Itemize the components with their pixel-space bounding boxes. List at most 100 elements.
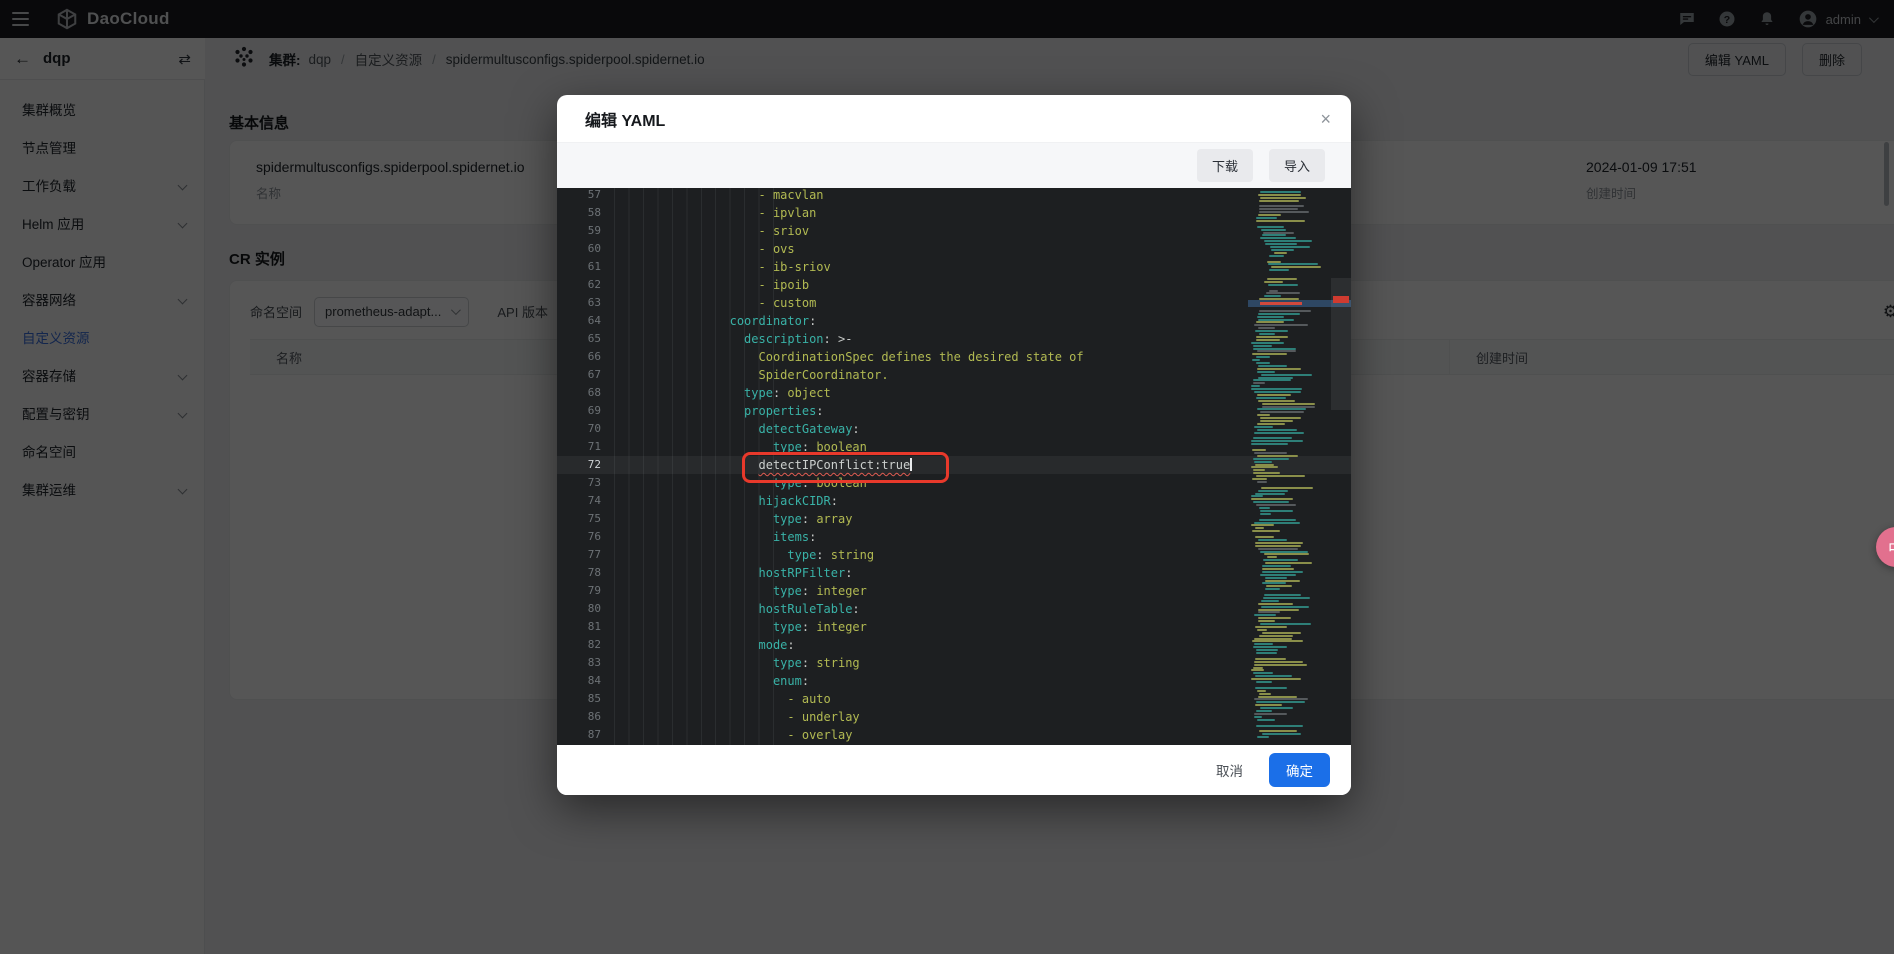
minimap-line bbox=[1257, 690, 1265, 692]
token-key: coordinator bbox=[730, 314, 809, 328]
minimap-line bbox=[1255, 536, 1275, 538]
token-key: type bbox=[744, 386, 773, 400]
download-button[interactable]: 下载 bbox=[1197, 149, 1253, 182]
minimap[interactable] bbox=[1248, 188, 1331, 745]
minimap-line bbox=[1265, 562, 1313, 564]
code-line: 76 items: bbox=[557, 528, 1351, 546]
minimap-line bbox=[1257, 368, 1301, 370]
minimap-line bbox=[1257, 719, 1275, 721]
code-line: 71 type: boolean bbox=[557, 438, 1351, 456]
import-button[interactable]: 导入 bbox=[1269, 149, 1325, 182]
minimap-line bbox=[1253, 646, 1287, 648]
minimap-line bbox=[1253, 469, 1266, 471]
minimap-line bbox=[1252, 640, 1303, 642]
token-key: mode bbox=[759, 638, 788, 652]
minimap-line bbox=[1257, 226, 1284, 228]
minimap-line bbox=[1256, 356, 1270, 358]
token-plain: : bbox=[802, 512, 816, 526]
line-content: coordinator: bbox=[614, 312, 816, 330]
code-line: 63 - custom bbox=[557, 294, 1351, 312]
code-line: 62 - ipoib bbox=[557, 276, 1351, 294]
line-number: 68 bbox=[557, 384, 601, 402]
minimap-line bbox=[1262, 568, 1294, 570]
minimap-line bbox=[1258, 696, 1297, 698]
minimap-line bbox=[1258, 548, 1298, 550]
line-content: detectGateway: bbox=[614, 420, 860, 438]
minimap-line bbox=[1260, 417, 1301, 419]
minimap-line bbox=[1254, 391, 1301, 393]
minimap-line bbox=[1269, 290, 1278, 292]
line-content: - ipoib bbox=[614, 276, 809, 294]
minimap-line bbox=[1254, 614, 1276, 616]
minimap-line bbox=[1264, 295, 1282, 297]
minimap-line bbox=[1256, 649, 1278, 651]
token-plain: : >- bbox=[824, 332, 853, 346]
minimap-line bbox=[1258, 365, 1287, 367]
token-key: type bbox=[773, 512, 802, 526]
minimap-line bbox=[1251, 440, 1303, 442]
minimap-line bbox=[1256, 504, 1297, 506]
yaml-editor[interactable]: 57 - macvlan58 - ipvlan59 - sriov60 - ov… bbox=[557, 188, 1351, 745]
line-number: 71 bbox=[557, 438, 601, 456]
minimap-line bbox=[1251, 342, 1284, 344]
minimap-line bbox=[1258, 214, 1281, 216]
minimap-line bbox=[1256, 397, 1287, 399]
minimap-line bbox=[1253, 672, 1274, 674]
minimap-line bbox=[1256, 321, 1283, 323]
minimap-line bbox=[1257, 350, 1296, 352]
line-number: 67 bbox=[557, 366, 601, 384]
minimap-line bbox=[1256, 220, 1304, 222]
minimap-line bbox=[1258, 603, 1293, 605]
edit-yaml-modal: 编辑 YAML × 下载 导入 57 - macvlan58 - ipvlan5… bbox=[557, 95, 1351, 795]
token-key: properties bbox=[744, 404, 816, 418]
code-line: 72 detectIPConflict:true bbox=[557, 456, 1351, 474]
line-content: type: integer bbox=[614, 582, 867, 600]
minimap-line bbox=[1266, 292, 1300, 294]
code-line: 74 hijackCIDR: bbox=[557, 492, 1351, 510]
minimap-line bbox=[1265, 580, 1299, 582]
close-icon[interactable]: × bbox=[1320, 110, 1331, 128]
minimap-line bbox=[1262, 632, 1301, 634]
minimap-line bbox=[1255, 330, 1289, 332]
minimap-line bbox=[1255, 545, 1301, 547]
token-val: integer bbox=[816, 620, 867, 634]
token-val: array bbox=[816, 512, 852, 526]
token-plain: : bbox=[787, 638, 794, 652]
token-plain: : bbox=[816, 404, 823, 418]
line-number: 79 bbox=[557, 582, 601, 600]
token-val: - custom bbox=[759, 296, 817, 310]
token-val: - ipvlan bbox=[759, 206, 817, 220]
minimap-line bbox=[1264, 281, 1283, 283]
minimap-line bbox=[1267, 278, 1298, 280]
minimap-line bbox=[1253, 382, 1265, 384]
line-number: 82 bbox=[557, 636, 601, 654]
language-float-label: 中 bbox=[1888, 535, 1894, 559]
minimap-line bbox=[1260, 574, 1296, 576]
minimap-line bbox=[1254, 452, 1287, 454]
code-line: 73 type: boolean bbox=[557, 474, 1351, 492]
minimap-line bbox=[1254, 432, 1304, 434]
line-content: - ovs bbox=[614, 240, 795, 258]
minimap-line bbox=[1256, 652, 1277, 654]
minimap-line bbox=[1259, 205, 1304, 207]
minimap-line bbox=[1260, 510, 1293, 512]
minimap-line bbox=[1261, 600, 1278, 602]
line-number: 61 bbox=[557, 258, 601, 276]
line-number: 87 bbox=[557, 726, 601, 744]
confirm-button[interactable]: 确定 bbox=[1269, 753, 1330, 787]
minimap-line bbox=[1264, 594, 1301, 596]
minimap-line bbox=[1257, 316, 1284, 318]
minimap-line bbox=[1255, 527, 1264, 529]
minimap-line bbox=[1262, 403, 1316, 405]
minimap-line bbox=[1253, 437, 1293, 439]
code-line: 87 - overlay bbox=[557, 726, 1351, 744]
token-key: description bbox=[744, 332, 823, 346]
token-val: string bbox=[816, 656, 859, 670]
minimap-line bbox=[1263, 559, 1298, 561]
minimap-line bbox=[1256, 710, 1273, 712]
minimap-line bbox=[1274, 252, 1287, 254]
cancel-button[interactable]: 取消 bbox=[1216, 760, 1243, 780]
token-val: - macvlan bbox=[759, 188, 824, 202]
minimap-line bbox=[1256, 475, 1306, 477]
minimap-line bbox=[1260, 420, 1294, 422]
